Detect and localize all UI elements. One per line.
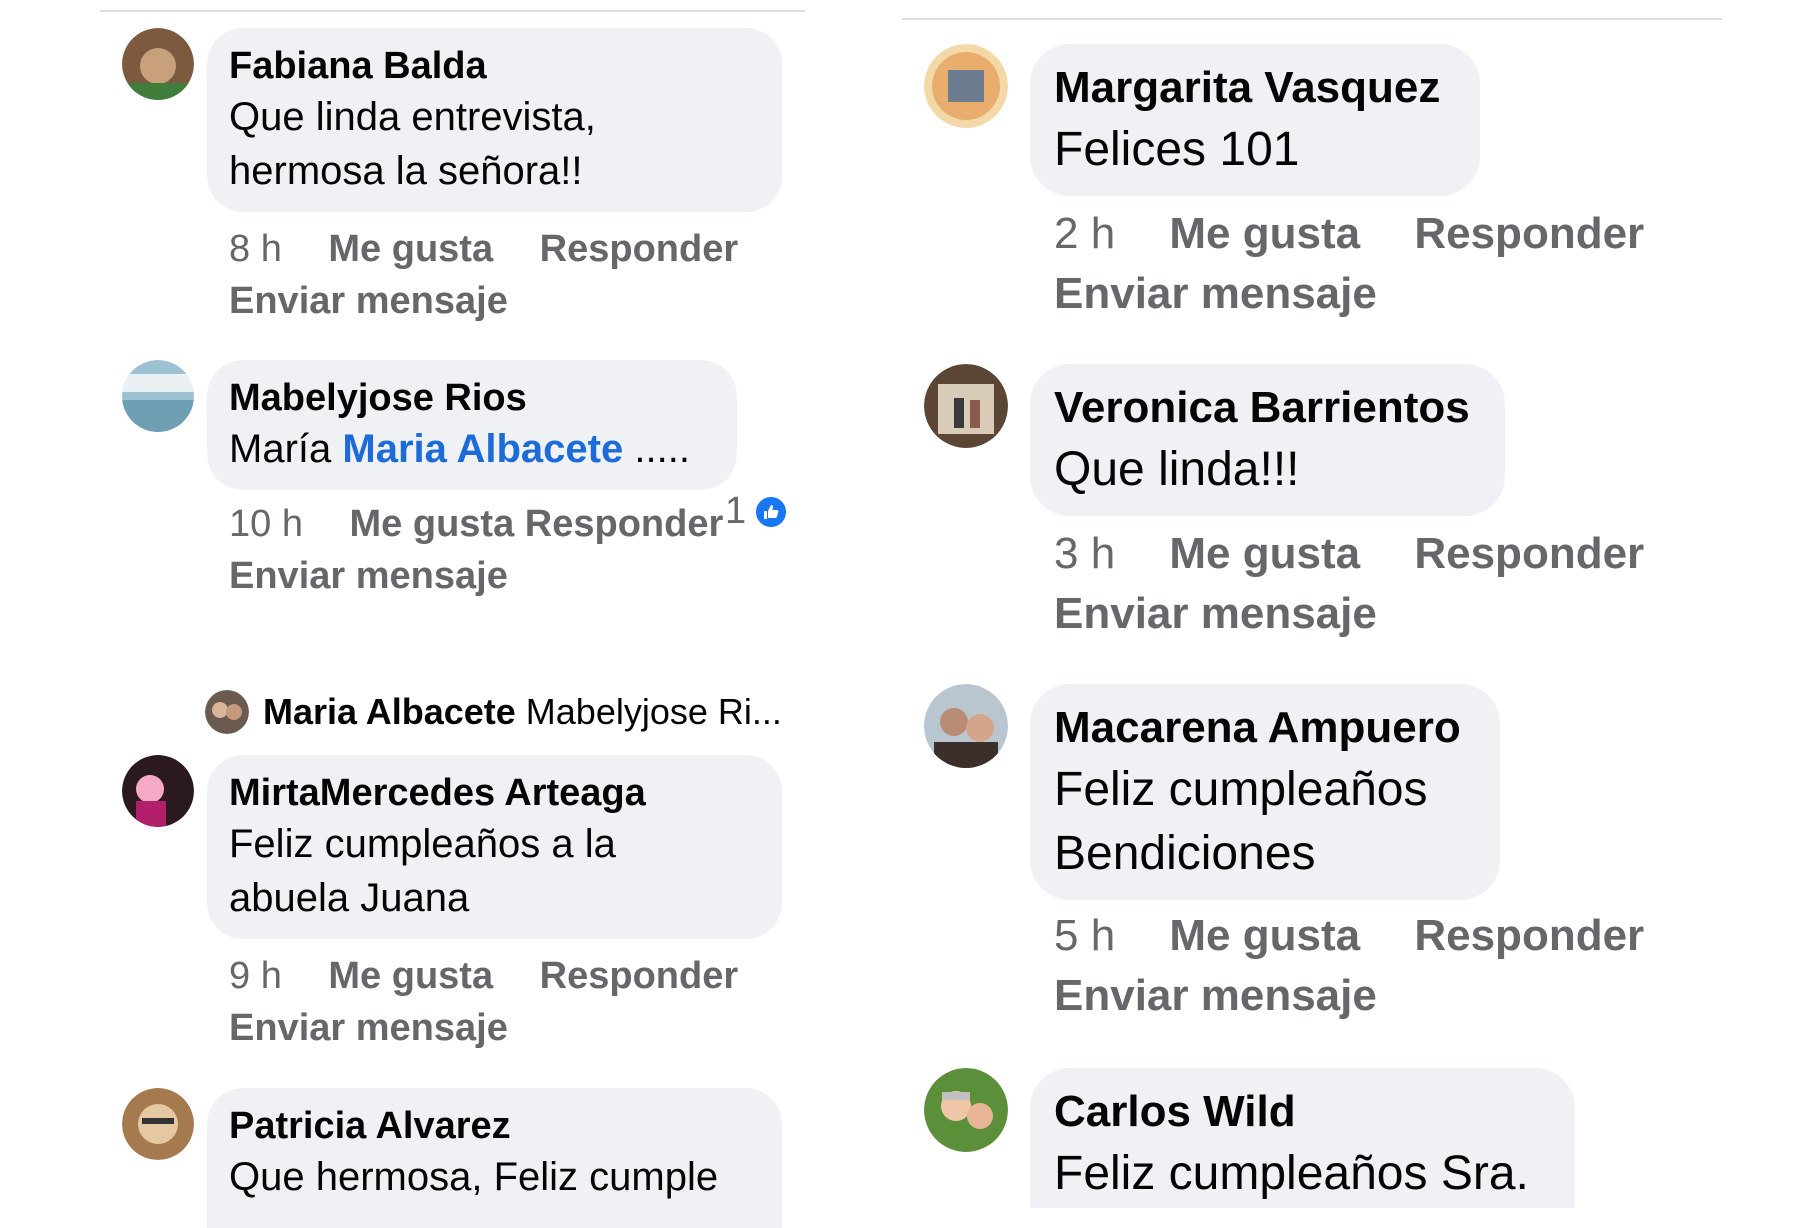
like-button[interactable]: Me gusta (328, 950, 493, 1002)
comment-actions: 8 h Me gusta Responder Enviar mensaje (229, 223, 805, 327)
comments-column-right: Margarita Vasquez Felices 101 2 h Me gus… (902, 0, 1722, 1208)
comment-bubble: Macarena Ampuero Feliz cumpleaños Bendic… (1030, 684, 1500, 900)
reply-button[interactable]: Responder (540, 223, 738, 275)
comment-bubble: Margarita Vasquez Felices 101 (1030, 44, 1480, 196)
send-message-button[interactable]: Enviar mensaje (229, 275, 508, 327)
comment-bubble: Patricia Alvarez Que hermosa, Feliz cump… (207, 1088, 782, 1228)
comment-text-line: hermosa la señora!! (229, 149, 583, 193)
comment-author[interactable]: Fabiana Balda (229, 42, 760, 90)
comment-author[interactable]: Carlos Wild (1054, 1082, 1551, 1142)
divider (902, 18, 1722, 20)
comment-author[interactable]: MirtaMercedes Arteaga (229, 769, 760, 817)
comment-actions: 10 h Me gusta Responder Enviar mensaje (229, 498, 805, 602)
like-button[interactable]: Me gusta (1169, 204, 1360, 264)
reply-preview[interactable]: Maria Albacete Mabelyjose Ri... (205, 690, 782, 734)
reply-text: Mabelyjose Ri... (525, 691, 782, 732)
send-message-button[interactable]: Enviar mensaje (229, 550, 508, 602)
comment-time[interactable]: 9 h (229, 950, 282, 1002)
like-button[interactable]: Me gusta (350, 498, 515, 550)
comment-text-line: María Maria Albacete ..... (229, 422, 715, 476)
comment-bubble: Mabelyjose Rios María Maria Albacete ...… (207, 360, 737, 490)
comment-actions: 9 h Me gusta Responder Enviar mensaje (229, 950, 805, 1054)
avatar (205, 690, 249, 734)
comment-text-line: Felices 101 (1054, 123, 1300, 176)
avatar[interactable] (122, 1088, 194, 1160)
comment-time[interactable]: 2 h (1054, 204, 1115, 264)
send-message-button[interactable]: Enviar mensaje (229, 1002, 508, 1054)
avatar[interactable] (924, 364, 1008, 448)
divider (100, 10, 805, 12)
send-message-button[interactable]: Enviar mensaje (1054, 966, 1377, 1026)
reply-button[interactable]: Responder (1414, 524, 1644, 584)
send-message-button[interactable]: Enviar mensaje (1054, 584, 1377, 644)
comment-text-line: Que linda!!! (1054, 443, 1300, 496)
comment-actions: 5 h Me gusta Responder Enviar mensaje (1054, 906, 1722, 1026)
like-button[interactable]: Me gusta (328, 223, 493, 275)
avatar[interactable] (122, 360, 194, 432)
reply-author[interactable]: Maria Albacete (263, 691, 516, 733)
comment-text-line: Feliz cumpleaños Sra. (1054, 1147, 1529, 1200)
comment-author[interactable]: Margarita Vasquez (1054, 58, 1456, 118)
avatar[interactable] (122, 755, 194, 827)
comment-text-line: abuela Juana (229, 876, 470, 920)
comment-actions: 2 h Me gusta Responder Enviar mensaje (1054, 204, 1722, 324)
like-button[interactable]: Me gusta (1169, 906, 1360, 966)
comment-text-line: Feliz cumpleaños (1054, 763, 1428, 816)
comment-time[interactable]: 3 h (1054, 524, 1115, 584)
comment-time[interactable]: 8 h (229, 223, 282, 275)
comment-author[interactable]: Veronica Barrientos (1054, 378, 1481, 438)
comment-author[interactable]: Macarena Ampuero (1054, 698, 1476, 758)
reply-button[interactable]: Responder (540, 950, 738, 1002)
avatar[interactable] (924, 1068, 1008, 1152)
reply-button[interactable]: Responder (1414, 906, 1644, 966)
comments-column-left: Fabiana Balda Que linda entrevista, herm… (100, 0, 805, 1228)
comment-text-line: Que linda entrevista, (229, 95, 596, 139)
comment-bubble: Fabiana Balda Que linda entrevista, herm… (207, 28, 782, 212)
send-message-button[interactable]: Enviar mensaje (1054, 264, 1377, 324)
comment-text-line: Que hermosa, Feliz cumple (229, 1155, 719, 1199)
avatar[interactable] (924, 44, 1008, 128)
comment-time[interactable]: 10 h (229, 498, 303, 550)
avatar[interactable] (122, 28, 194, 100)
comment-time[interactable]: 5 h (1054, 906, 1115, 966)
comment-text-prefix: María (229, 427, 332, 471)
comment-text-line: Bendiciones (1054, 827, 1316, 880)
reply-button[interactable]: Responder (525, 498, 723, 550)
comment-bubble: MirtaMercedes Arteaga Feliz cumpleaños a… (207, 755, 782, 939)
comment-bubble: Carlos Wild Feliz cumpleaños Sra. (1030, 1068, 1575, 1208)
comment-text-suffix: ..... (634, 427, 690, 471)
comment-text-line: Feliz cumpleaños a la (229, 822, 616, 866)
avatar[interactable] (924, 684, 1008, 768)
reply-button[interactable]: Responder (1414, 204, 1644, 264)
comment-author[interactable]: Patricia Alvarez (229, 1102, 760, 1150)
comment-bubble: Veronica Barrientos Que linda!!! (1030, 364, 1505, 516)
comment-actions: 3 h Me gusta Responder Enviar mensaje (1054, 524, 1722, 644)
like-button[interactable]: Me gusta (1169, 524, 1360, 584)
mention-link[interactable]: Maria Albacete (342, 427, 623, 471)
comment-author[interactable]: Mabelyjose Rios (229, 374, 715, 422)
